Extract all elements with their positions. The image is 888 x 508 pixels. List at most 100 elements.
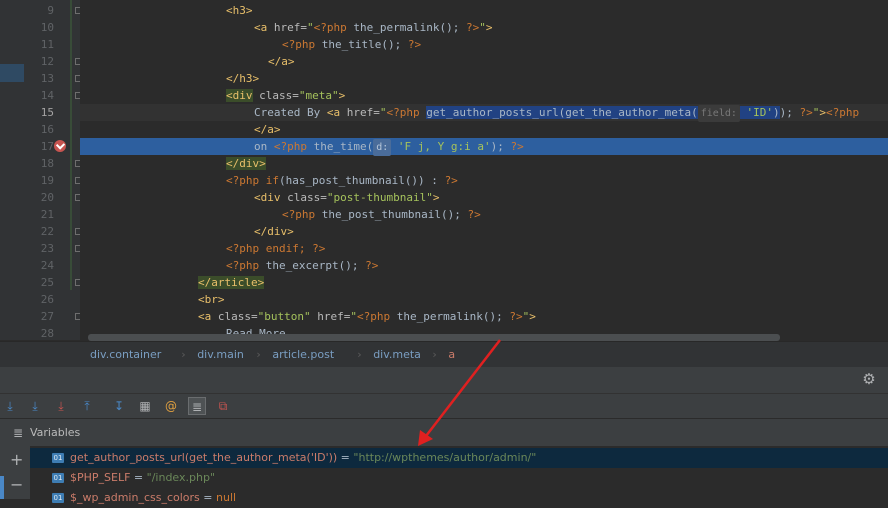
code-token: the_permalink();	[346, 21, 466, 34]
code-line[interactable]: <a class="button" href="<?php the_permal…	[80, 308, 888, 325]
code-line[interactable]: <?php the_title(); ?>	[80, 36, 888, 53]
step-over-icon[interactable]: ⤓	[1, 397, 19, 415]
code-line[interactable]: Created By <a href="<?php get_author_pos…	[80, 104, 888, 122]
code-line[interactable]: <h3>	[80, 2, 888, 19]
code-line[interactable]: <div class="meta">	[80, 87, 888, 104]
code-token: <a	[198, 310, 218, 323]
line-number[interactable]: 23	[28, 240, 54, 257]
breadcrumb-item[interactable]: div.container	[90, 348, 161, 361]
code-token: >	[432, 191, 440, 204]
breadcrumb-item[interactable]: div.main	[197, 348, 244, 361]
code-line[interactable]: </div>	[80, 155, 888, 172]
breakpoint-icon[interactable]	[54, 140, 66, 152]
step-into-icon[interactable]: ⤓	[26, 397, 44, 415]
breadcrumb: div.container › div.main › article.post › div.…	[0, 341, 888, 367]
line-number[interactable]: 9	[28, 2, 54, 19]
code-line[interactable]: <?php if(has_post_thumbnail()) : ?>	[80, 172, 888, 189]
variable-eq: =	[337, 451, 354, 464]
variable-type-icon: 01	[52, 493, 64, 503]
variable-text: get_author_posts_url(get_the_author_meta…	[70, 448, 536, 468]
variable-row[interactable]: 01 $PHP_SELF = "/index.php"	[30, 468, 888, 488]
code-token: );	[490, 140, 511, 153]
variable-value: null	[216, 491, 237, 504]
line-number[interactable]: 18	[28, 155, 54, 172]
code-line-text: </article>	[198, 274, 265, 291]
side-selection-strip	[0, 476, 4, 499]
variables-list-icon: ≣	[13, 426, 24, 440]
code-token: <h3>	[226, 4, 253, 17]
variable-row[interactable]: 01 $_wp_admin_css_colors = null	[30, 488, 888, 508]
code-line-text: <br>	[198, 291, 225, 308]
line-number[interactable]: 22	[28, 223, 54, 240]
variables-side-toolbar: + −	[0, 446, 30, 499]
code-line[interactable]: <?php endif; ?>	[80, 240, 888, 257]
code-token: </article>	[198, 276, 265, 289]
frames-icon[interactable]: ≣	[188, 397, 206, 415]
code-line-text: <h3>	[226, 2, 253, 19]
line-number[interactable]: 17	[28, 138, 54, 155]
code-token: ?>	[407, 38, 422, 51]
breadcrumb-item[interactable]: article.post	[272, 348, 334, 361]
line-number[interactable]: 26	[28, 291, 54, 308]
evaluate-icon[interactable]: ▦	[136, 397, 154, 415]
watch-icon[interactable]: @	[162, 397, 180, 415]
editor-horizontal-scrollbar[interactable]	[88, 334, 780, 341]
code-line[interactable]: on <?php the_time(d: 'F j, Y g:i a'); ?>	[80, 138, 888, 156]
code-token: </div>	[226, 157, 266, 170]
line-number[interactable]: 19	[28, 172, 54, 189]
add-watch-button[interactable]: +	[10, 450, 23, 469]
code-editor[interactable]: <h3> <a href="<?php the_permalink(); ?>">…	[80, 0, 888, 340]
variable-row[interactable]: 01 get_author_posts_url(get_the_author_me…	[30, 448, 888, 468]
code-token: <?php	[826, 106, 860, 119]
variable-type-icon: 01	[52, 453, 64, 463]
code-line[interactable]: <a href="<?php the_permalink(); ?>">	[80, 19, 888, 36]
line-number[interactable]: 21	[28, 206, 54, 223]
code-line[interactable]: </h3>	[80, 70, 888, 87]
code-token: </h3>	[226, 72, 260, 85]
code-line[interactable]: </article>	[80, 274, 888, 291]
line-number[interactable]: 16	[28, 121, 54, 138]
line-number[interactable]: 25	[28, 274, 54, 291]
line-number[interactable]: 27	[28, 308, 54, 325]
variable-eq: =	[130, 471, 147, 484]
line-number[interactable]: 15	[28, 104, 54, 121]
line-number[interactable]: 10	[28, 19, 54, 36]
code-token: <?php if	[226, 174, 279, 187]
line-number[interactable]: 20	[28, 189, 54, 206]
code-line[interactable]: </a>	[80, 53, 888, 70]
code-token: "	[350, 310, 357, 323]
run-to-cursor-icon[interactable]: ↧	[110, 397, 128, 415]
code-line[interactable]: <?php the_excerpt(); ?>	[80, 257, 888, 274]
code-line[interactable]: </a>	[80, 121, 888, 138]
code-token: href=	[346, 106, 380, 119]
line-number[interactable]: 11	[28, 36, 54, 53]
remove-watch-button[interactable]: −	[10, 475, 23, 494]
gear-icon[interactable]: ⚙	[861, 371, 877, 387]
breadcrumb-item[interactable]: a	[448, 348, 455, 361]
line-number[interactable]: 14	[28, 87, 54, 104]
step-out-icon[interactable]: ⤒	[78, 397, 96, 415]
code-line[interactable]: <?php the_post_thumbnail(); ?>	[80, 206, 888, 223]
code-token: <?php	[226, 259, 260, 272]
breadcrumb-item[interactable]: div.meta	[373, 348, 421, 361]
variables-list[interactable]: 01 get_author_posts_url(get_the_author_me…	[30, 446, 888, 504]
code-token: <?php	[356, 310, 391, 323]
variable-name: $PHP_SELF	[70, 471, 131, 484]
line-number[interactable]: 12	[28, 53, 54, 70]
line-number[interactable]: 28	[28, 325, 54, 342]
code-token: get_author_posts_url(get_the_author_meta…	[426, 106, 698, 119]
code-token: </div>	[254, 225, 294, 238]
force-step-into-icon[interactable]: ⤓	[52, 397, 70, 415]
code-line[interactable]: </div>	[80, 223, 888, 240]
line-number[interactable]: 24	[28, 257, 54, 274]
left-strip-selection	[0, 64, 24, 82]
debug-toolbar: ⤓ ⤓ ⤓ ⤒ ↧ ▦ @ ≣ ⧉	[0, 393, 888, 418]
line-number[interactable]: 13	[28, 70, 54, 87]
code-line[interactable]: <div class="post-thumbnail">	[80, 189, 888, 206]
restore-icon[interactable]: ⧉	[214, 397, 232, 415]
code-line-text: </a>	[268, 53, 295, 70]
breadcrumb-separator: ›	[256, 348, 261, 361]
code-line[interactable]: <br>	[80, 291, 888, 308]
vcs-change-marker	[70, 0, 72, 290]
code-line-text: <div class="post-thumbnail">	[254, 189, 439, 206]
